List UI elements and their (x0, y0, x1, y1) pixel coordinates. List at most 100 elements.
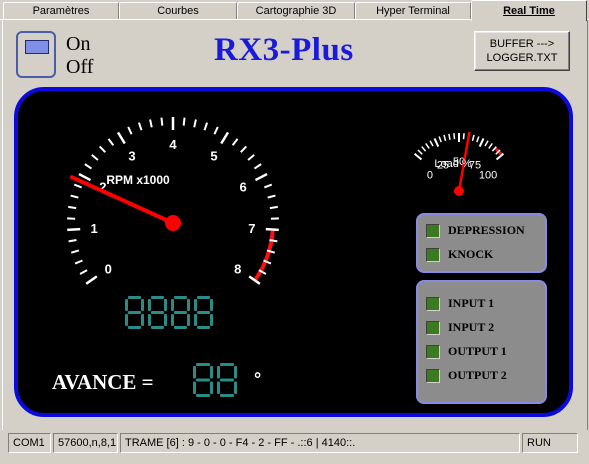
rpm-digit-segment (125, 299, 128, 311)
load-minor-tick (462, 133, 465, 140)
avance-digit-segment (210, 366, 213, 379)
rpm-needle-hub (165, 215, 181, 231)
status-bar: COM1 57600,n,8,1 TRAME [6] : 9 - 0 - 0 -… (0, 431, 589, 464)
buffer-button-line1: BUFFER ---> (489, 38, 555, 50)
rpm-digit-segment (171, 314, 174, 326)
rpm-digit-segment (148, 314, 151, 326)
rpm-tick-label: 3 (128, 148, 135, 163)
rpm-digit-segment (194, 314, 197, 326)
avance-digit-segment (217, 366, 220, 379)
rpm-minor-tick (247, 154, 255, 161)
load-tick-label: 100 (479, 170, 497, 182)
rpm-digit-segment (128, 296, 141, 299)
avance-digit-segment (196, 378, 210, 382)
status-port: COM1 (8, 433, 51, 453)
rpm-gauge-title: RPM x1000 (106, 173, 170, 187)
rpm-tick-label: 6 (239, 180, 246, 195)
rpm-digit-segment (174, 296, 187, 299)
rpm-digit-segment (164, 314, 167, 326)
input-2-lamp (426, 321, 440, 335)
input-1-lamp (426, 297, 440, 311)
rpm-digit-segment (148, 299, 151, 311)
knock-label: KNOCK (448, 247, 494, 261)
output-1-label: OUTPUT 1 (448, 344, 507, 358)
load-minor-tick (471, 134, 475, 141)
rpm-minor-tick (127, 126, 133, 135)
rpm-digit-segment (210, 314, 213, 326)
rpm-digit-segment (197, 326, 210, 329)
buffer-button-line2: LOGGER.TXT (486, 52, 558, 64)
rpm-minor-tick (269, 239, 278, 243)
on-off-switch[interactable] (16, 31, 56, 78)
app-title: RX3-Plus (214, 32, 354, 68)
load-gauge-title: Load % (434, 158, 472, 170)
rpm-minor-tick (137, 122, 143, 131)
avance-unit: ° (254, 369, 261, 389)
rpm-major-tick (67, 227, 81, 232)
output-1-lamp (426, 345, 440, 359)
io-indicators-group: INPUT 1 INPUT 2 OUTPUT 1 OUTPUT 2 (416, 280, 547, 404)
rpm-digital-display (125, 296, 213, 329)
rpm-digit-segment (187, 299, 190, 311)
dashboard-panel: 012345678 RPM x1000 0 25 50 75 100 Load % AV… (14, 87, 573, 417)
load-major-tick (478, 138, 485, 148)
rpm-digit-segment (187, 314, 190, 326)
avance-digit-segment (210, 381, 213, 394)
load-minor-tick (448, 133, 451, 140)
load-minor-tick (453, 133, 456, 140)
rpm-digit-segment (151, 296, 164, 299)
switch-knob[interactable] (25, 40, 49, 54)
rpm-minor-tick (231, 138, 239, 146)
switch-on-label: On (66, 33, 91, 55)
rpm-digit-segment (151, 326, 164, 329)
rpm-minor-tick (263, 183, 273, 189)
rpm-digit-segment (197, 311, 210, 314)
load-minor-tick (488, 143, 493, 149)
output-2-lamp (426, 369, 440, 383)
rpm-digit-segment (141, 299, 144, 311)
avance-digit-segment (193, 381, 196, 394)
rpm-digit-segment (210, 299, 213, 311)
depression-lamp (426, 224, 440, 238)
avance-digit-segment (196, 363, 210, 366)
tab-hyper-terminal[interactable]: Hyper Terminal (355, 2, 471, 19)
buffer-logger-button[interactable]: BUFFER ---> LOGGER.TXT (474, 31, 570, 71)
rpm-minor-tick (98, 145, 106, 153)
rpm-digit-segment (164, 299, 167, 311)
input-2-label: INPUT 2 (448, 320, 495, 334)
avance-digit-segment (193, 366, 196, 379)
rpm-major-tick (116, 131, 126, 145)
load-needle-hub (454, 186, 464, 196)
tab-parametres[interactable]: Paramètres (3, 2, 119, 19)
avance-digit-segment (234, 366, 237, 379)
tab-cartographie-3d[interactable]: Cartographie 3D (237, 2, 355, 19)
avance-digital-display (193, 363, 237, 397)
tab-courbes[interactable]: Courbes (119, 2, 237, 19)
load-minor-tick (438, 136, 442, 143)
rpm-tick-label: 0 (105, 261, 112, 276)
rpm-minor-tick (68, 205, 77, 210)
rpm-digit-segment (197, 296, 210, 299)
rpm-digit-segment (128, 326, 141, 329)
output-2-label: OUTPUT 2 (448, 368, 507, 382)
load-minor-tick (476, 136, 480, 143)
rpm-tick-label: 7 (248, 221, 255, 236)
status-settings: 57600,n,8,1 (53, 433, 118, 453)
rpm-minor-tick (70, 194, 79, 199)
rpm-minor-tick (68, 239, 77, 243)
status-frame: TRAME [6] : 9 - 0 - 0 - F4 - 2 - FF - .:… (120, 433, 520, 453)
depression-label: DEPRESSION (448, 223, 525, 237)
tab-bar: Paramètres Courbes Cartographie 3D Hyper… (0, 0, 589, 21)
rpm-digit-segment (174, 326, 187, 329)
rpm-minor-tick (213, 126, 219, 135)
rpm-major-tick (85, 275, 98, 285)
rpm-minor-tick (91, 154, 99, 161)
rpm-digit-segment (171, 299, 174, 311)
rpm-minor-tick (253, 163, 262, 170)
rpm-gauge: 012345678 (67, 117, 279, 285)
avance-digit-segment (220, 394, 234, 397)
tab-real-time[interactable]: Real Time (471, 0, 587, 21)
load-major-tick (413, 152, 423, 161)
rpm-minor-tick (267, 194, 276, 199)
input-1-label: INPUT 1 (448, 296, 495, 310)
